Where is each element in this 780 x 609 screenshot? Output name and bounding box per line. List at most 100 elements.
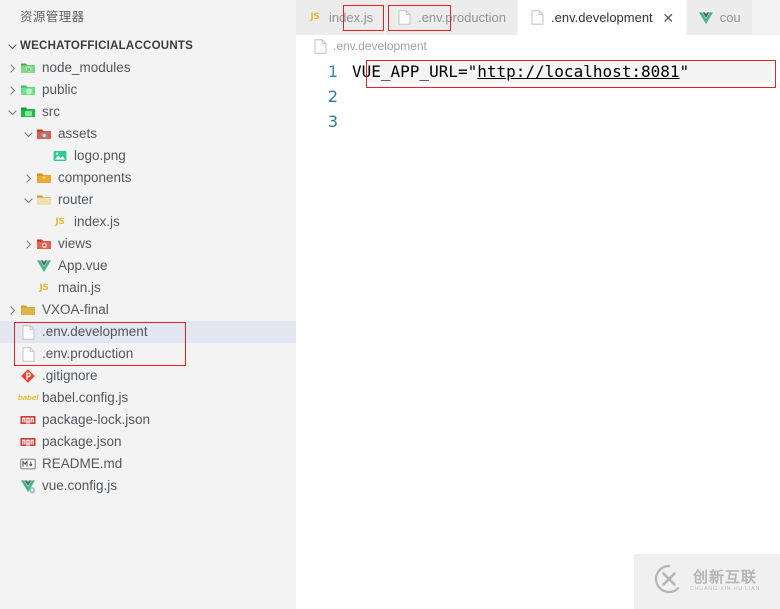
tree-item-package-json[interactable]: package.json <box>0 431 296 453</box>
tree-item-main-js[interactable]: JS main.js <box>0 277 296 299</box>
tree-item-babel-config-js[interactable]: babel babel.config.js <box>0 387 296 409</box>
git-file-icon <box>20 368 36 384</box>
tree-item-vue-config-js[interactable]: vue.config.js <box>0 475 296 497</box>
folder-src-icon <box>20 104 36 120</box>
code-suffix: " <box>679 62 690 81</box>
cx-logo-icon <box>654 564 684 599</box>
tree-item-label: views <box>58 236 92 251</box>
chevron-right-icon[interactable] <box>4 63 20 74</box>
tree-item-index-js[interactable]: JS index.js <box>0 211 296 233</box>
image-file-icon <box>52 148 68 164</box>
breadcrumb[interactable]: .env.development <box>296 35 780 57</box>
chevron-down-icon[interactable] <box>4 107 20 118</box>
chevron-right-icon[interactable] <box>4 305 20 316</box>
tree-item-label: assets <box>58 126 98 141</box>
close-icon[interactable]: ✕ <box>662 11 675 25</box>
tree-item-label: logo.png <box>74 148 126 163</box>
tree-item-label: main.js <box>58 280 101 295</box>
tree-item-readme-md[interactable]: README.md <box>0 453 296 475</box>
folder-assets-icon <box>36 126 52 142</box>
folder-generic-icon <box>20 302 36 318</box>
editor-tab-env-production[interactable]: .env.production <box>385 0 519 35</box>
tree-item-label: babel.config.js <box>42 390 129 405</box>
code-editor[interactable]: 1 VUE_APP_URL="http://localhost:8081" 2 3 <box>296 57 780 134</box>
tab-label: .env.production <box>418 10 507 25</box>
code-line[interactable]: 2 <box>296 84 780 109</box>
chevron-down-icon[interactable] <box>20 195 36 206</box>
chevron-right-icon[interactable] <box>4 85 20 96</box>
folder-public-icon <box>20 82 36 98</box>
tree-item-package-lock-json[interactable]: package-lock.json <box>0 409 296 431</box>
code-line[interactable]: 3 <box>296 109 780 134</box>
tree-item-env-development[interactable]: .env.development <box>0 321 296 343</box>
tree-item-label: src <box>42 104 60 119</box>
tree-item-public[interactable]: public <box>0 79 296 101</box>
tab-label: cou <box>719 10 741 25</box>
tree-item-app-vue[interactable]: App.vue <box>0 255 296 277</box>
tree-item-label: router <box>58 192 94 207</box>
tree-item-label: components <box>58 170 132 185</box>
chevron-right-icon[interactable] <box>20 239 36 250</box>
vue-config-file-icon <box>20 478 36 494</box>
chevron-down-icon <box>4 41 20 52</box>
code-line[interactable]: 1 VUE_APP_URL="http://localhost:8081" <box>296 59 780 84</box>
tree-item-label: node_modules <box>42 60 131 75</box>
tab-label: .env.development <box>551 10 653 25</box>
code-text: VUE_APP_URL="http://localhost:8081" <box>352 62 689 81</box>
tree-item-src[interactable]: src <box>0 101 296 123</box>
tree-item-node-modules[interactable]: js node_modules <box>0 57 296 79</box>
editor-tab-bar: JS index.js .env.production .env.developmen… <box>296 0 780 35</box>
tree-item-label: index.js <box>74 214 120 229</box>
npm-file-icon <box>20 434 36 450</box>
workspace-section-header[interactable]: WECHATOFFICIALACCOUNTS <box>0 35 296 57</box>
watermark-cn-text: 创新互联 <box>692 569 757 587</box>
workspace-name: WECHATOFFICIALACCOUNTS <box>20 40 194 52</box>
watermark: 创新互联 CHUANG XIN HU LIAN <box>634 554 780 609</box>
tree-item-label: VXOA-final <box>42 302 109 317</box>
vscode-window: 资源管理器 WECHATOFFICIALACCOUNTS js node_modu… <box>0 0 780 609</box>
tree-item-components[interactable]: components <box>0 167 296 189</box>
tree-item-gitignore[interactable]: .gitignore <box>0 365 296 387</box>
watermark-en-text: CHUANG XIN HU LIAN <box>689 586 761 593</box>
tree-item-router[interactable]: router <box>0 189 296 211</box>
code-key-value: VUE_APP_URL=" <box>352 62 478 81</box>
tree-item-views[interactable]: views <box>0 233 296 255</box>
breadcrumb-label: .env.development <box>333 39 427 53</box>
tree-item-assets[interactable]: assets <box>0 123 296 145</box>
markdown-file-icon <box>20 456 36 472</box>
text-file-icon <box>396 10 412 26</box>
tree-item-label: .env.production <box>42 346 134 361</box>
folder-views-icon <box>36 236 52 252</box>
npm-file-icon <box>20 412 36 428</box>
explorer-title: 资源管理器 <box>0 0 296 35</box>
tree-item-logo-png[interactable]: logo.png <box>0 145 296 167</box>
tree-item-label: README.md <box>42 456 123 471</box>
babel-file-icon: babel <box>17 393 39 402</box>
line-number: 1 <box>327 62 338 81</box>
tree-item-label: App.vue <box>58 258 108 273</box>
tree-item-label: public <box>42 82 78 97</box>
editor-tab-index-js[interactable]: JS index.js <box>296 0 386 35</box>
js-file-icon: JS <box>310 12 320 22</box>
tree-item-label: .gitignore <box>42 368 98 383</box>
vue-file-icon <box>698 10 714 26</box>
line-number: 2 <box>327 87 338 106</box>
editor-tab-env-development[interactable]: .env.development ✕ <box>518 0 687 35</box>
tree-item-vxoa-final[interactable]: VXOA-final <box>0 299 296 321</box>
tree-item-label: vue.config.js <box>42 478 118 493</box>
tree-item-label: package.json <box>42 434 122 449</box>
code-url-link[interactable]: http://localhost:8081 <box>477 62 679 81</box>
js-file-icon: JS <box>55 216 65 227</box>
editor-area: JS index.js .env.production .env.developmen… <box>296 0 780 609</box>
chevron-right-icon[interactable] <box>20 173 36 184</box>
tree-item-env-production[interactable]: .env.production <box>0 343 296 365</box>
line-number: 3 <box>327 112 338 131</box>
text-file-icon <box>312 38 328 54</box>
tree-item-label: package-lock.json <box>42 412 151 427</box>
tab-label: index.js <box>329 10 374 25</box>
tree-item-label: .env.development <box>42 324 148 339</box>
folder-components-icon <box>36 170 52 186</box>
chevron-down-icon[interactable] <box>20 129 36 140</box>
editor-tab-cou[interactable]: cou <box>686 0 753 35</box>
folder-router-icon <box>36 192 52 208</box>
